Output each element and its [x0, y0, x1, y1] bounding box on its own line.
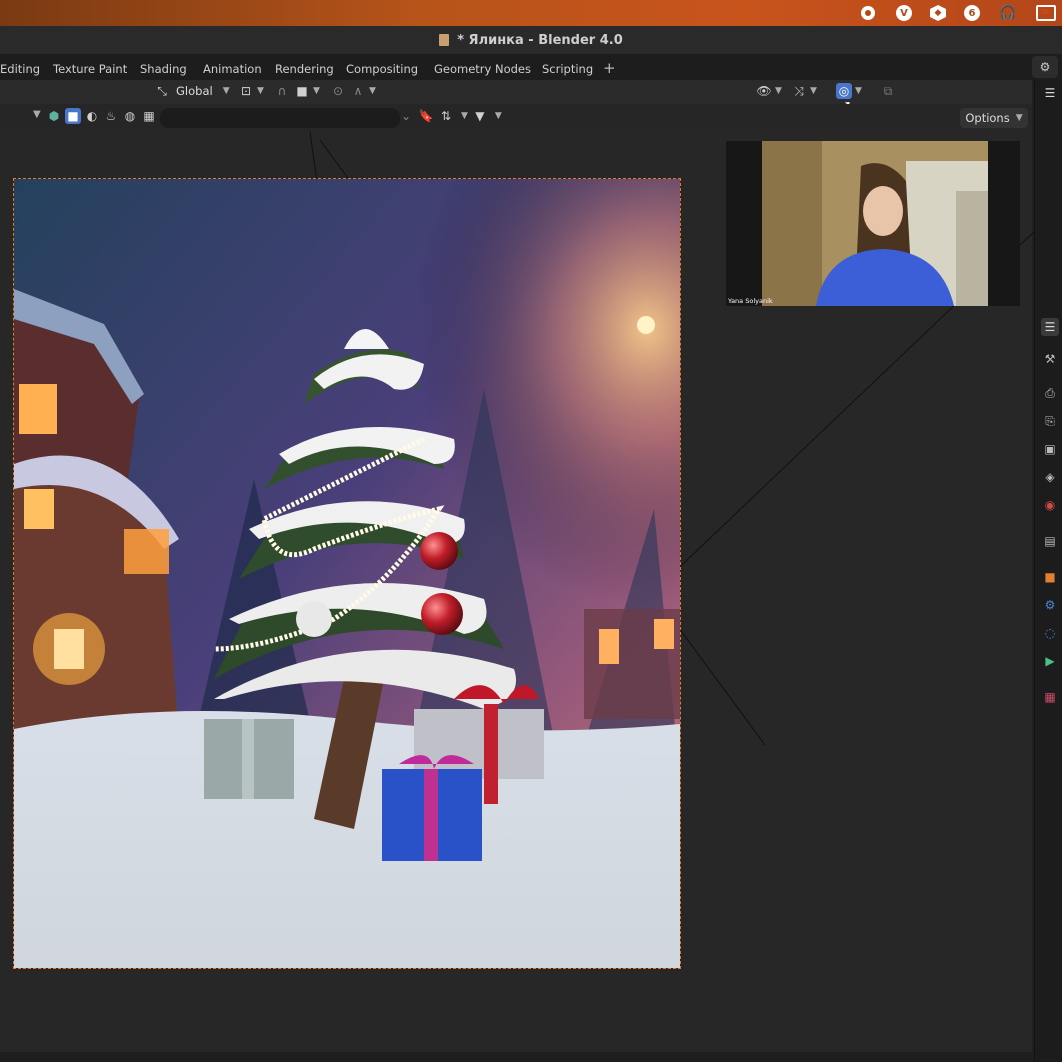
webcam-overlay: Yana Solyanik	[726, 141, 1020, 306]
object-icon[interactable]: ■	[1041, 568, 1059, 586]
world-icon[interactable]: ◉	[1041, 496, 1059, 514]
modifier-icon[interactable]: ⚙	[1041, 596, 1059, 614]
output-icon[interactable]: ⎘	[1041, 412, 1059, 430]
status-bar	[0, 1052, 1034, 1062]
rendered-image	[13, 178, 681, 969]
properties-toggle-icon[interactable]: ☰	[1041, 318, 1059, 336]
christmas-tree-render	[14, 179, 680, 968]
tool-icon[interactable]: ⚒	[1041, 350, 1059, 368]
scene-icon[interactable]: ◈	[1041, 468, 1059, 486]
view-layer-icon[interactable]: ▣	[1041, 440, 1059, 458]
physics-icon[interactable]: ◌	[1041, 624, 1059, 642]
camera-data-icon[interactable]: ▶	[1041, 652, 1059, 670]
collection-icon[interactable]: ▤	[1041, 532, 1059, 550]
outliner-toggle-icon[interactable]: ☰	[1041, 84, 1059, 102]
texture-icon[interactable]: ▦	[1041, 688, 1059, 706]
participant-name: Yana Solyanik	[728, 297, 773, 305]
properties-tab-strip: ☰ ☰ ⚒ ⎙ ⎘ ▣ ◈ ◉ ▤ ■ ⚙ ◌ ▶ ▦	[1034, 80, 1062, 1062]
webcam-video	[726, 141, 1020, 306]
render-icon[interactable]: ⎙	[1041, 384, 1059, 402]
